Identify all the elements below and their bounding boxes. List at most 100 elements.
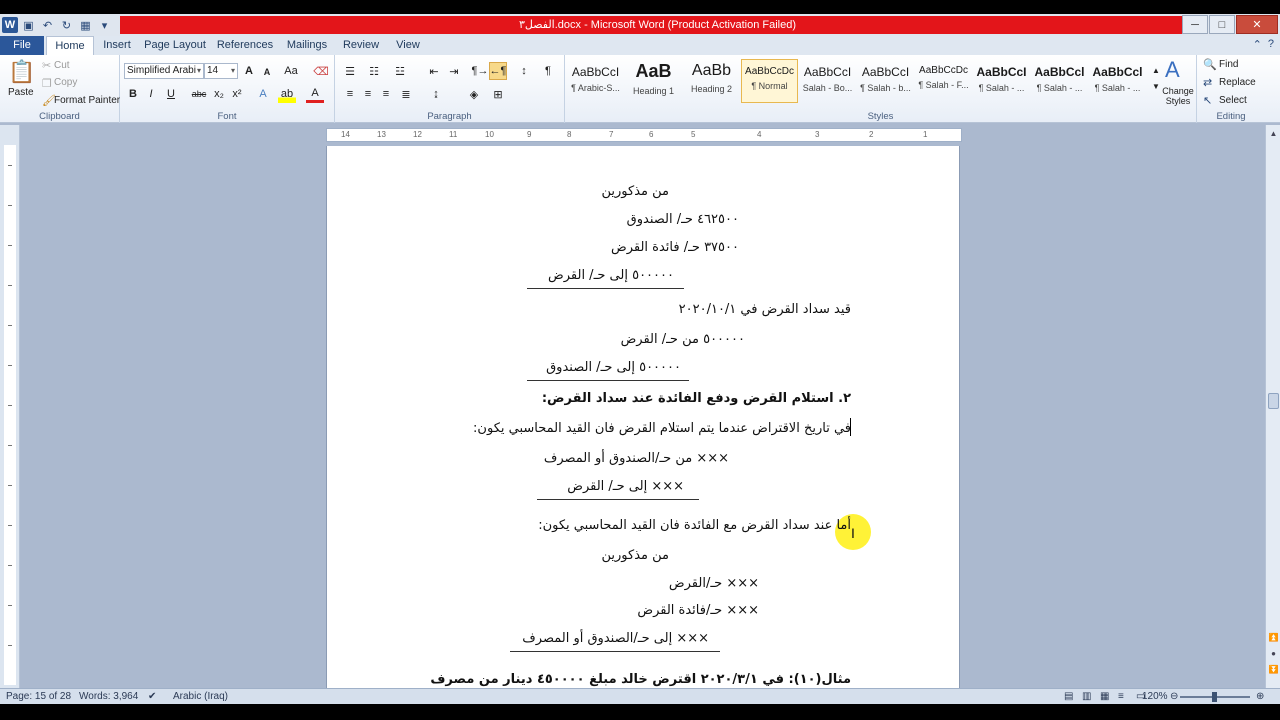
paste-button[interactable]: Paste: [8, 87, 34, 98]
shrink-font-icon[interactable]: A: [258, 63, 276, 81]
zoom-slider-knob[interactable]: [1212, 692, 1217, 702]
rtl-direction-icon[interactable]: ←¶: [489, 62, 507, 80]
style-salah-b[interactable]: AaBbCcI ¶ Salah - b...: [857, 59, 914, 103]
browse-object-icon[interactable]: ●: [1267, 647, 1280, 661]
cut-button[interactable]: Cut: [54, 60, 70, 71]
help-icon[interactable]: ?: [1268, 38, 1274, 51]
select-button[interactable]: Select: [1219, 95, 1247, 106]
line-spacing-icon[interactable]: ↨: [427, 85, 445, 103]
find-icon[interactable]: 🔍: [1203, 58, 1217, 71]
change-case-icon[interactable]: Aa: [282, 62, 300, 80]
decrease-indent-icon[interactable]: ⇤: [425, 62, 443, 80]
tab-view[interactable]: View: [390, 36, 426, 55]
select-icon[interactable]: ↖: [1203, 94, 1212, 107]
style-salah-3[interactable]: AaBbCcl ¶ Salah - ...: [1089, 59, 1146, 103]
style-salah-1[interactable]: AaBbCcI ¶ Salah - ...: [973, 59, 1030, 103]
text-effects-icon[interactable]: A: [254, 85, 272, 103]
minimize-button[interactable]: ─: [1182, 15, 1208, 34]
ruler-tick: [8, 605, 12, 606]
prev-page-icon[interactable]: ⏫: [1267, 631, 1280, 645]
scroll-thumb[interactable]: [1268, 393, 1279, 409]
paste-icon[interactable]: 📋: [8, 59, 35, 85]
page-count[interactable]: Page: 15 of 28: [6, 691, 71, 702]
underline-icon[interactable]: U: [162, 85, 180, 103]
copy-button[interactable]: Copy: [54, 77, 77, 88]
word-logo-icon[interactable]: W: [2, 17, 18, 33]
justify-icon[interactable]: ≣: [397, 85, 415, 103]
proofing-icon[interactable]: ✔: [148, 691, 156, 702]
scroll-up-icon[interactable]: ▲: [1267, 127, 1280, 141]
maximize-button[interactable]: □: [1209, 15, 1235, 34]
style-heading-1[interactable]: AaB Heading 1: [625, 59, 682, 103]
grow-font-icon[interactable]: A: [240, 62, 258, 80]
change-styles-button[interactable]: Change Styles: [1160, 86, 1196, 106]
full-screen-reading-icon[interactable]: ▥: [1082, 691, 1091, 702]
customize-qat-icon[interactable]: ▾: [96, 17, 113, 34]
ltr-direction-icon[interactable]: ¶→: [471, 62, 489, 80]
outline-icon[interactable]: ≡: [1118, 691, 1124, 702]
next-page-icon[interactable]: ⏬: [1267, 663, 1280, 677]
subscript-icon[interactable]: x₂: [210, 85, 228, 103]
zoom-out-icon[interactable]: ⊖: [1170, 691, 1178, 702]
align-right-icon[interactable]: ≡: [377, 85, 395, 103]
font-size-combo[interactable]: 14 ▾: [204, 63, 238, 79]
cut-icon[interactable]: ✂: [42, 59, 51, 72]
style-name: ¶ Salah - b...: [860, 83, 911, 93]
align-left-icon[interactable]: ≡: [341, 85, 359, 103]
borders-icon[interactable]: ⊞: [489, 85, 507, 103]
tab-review[interactable]: Review: [338, 36, 384, 55]
close-button[interactable]: ✕: [1236, 15, 1278, 34]
superscript-icon[interactable]: x²: [228, 85, 246, 103]
font-color-icon[interactable]: A: [306, 85, 324, 103]
replace-icon[interactable]: ⇄: [1203, 76, 1212, 89]
zoom-in-icon[interactable]: ⊕: [1256, 691, 1264, 702]
text-line: ××× إلى حـ/الصندوق أو المصرف: [522, 631, 709, 646]
italic-icon[interactable]: I: [142, 85, 160, 103]
tab-insert[interactable]: Insert: [96, 36, 138, 55]
multilevel-list-icon[interactable]: ☳: [391, 62, 409, 80]
copy-icon[interactable]: ❐: [42, 77, 52, 90]
web-layout-icon[interactable]: ▦: [1100, 691, 1109, 702]
print-layout-icon[interactable]: ▤: [1064, 691, 1073, 702]
language-indicator[interactable]: Arabic (Iraq): [173, 691, 228, 702]
print-preview-icon[interactable]: ▦: [77, 17, 94, 34]
strikethrough-icon[interactable]: abc: [190, 85, 208, 103]
style-heading-2[interactable]: AaBb Heading 2: [683, 59, 740, 103]
vertical-ruler[interactable]: [0, 125, 20, 688]
style-salah-f[interactable]: AaBbCcDc ¶ Salah - F...: [915, 59, 972, 103]
sort-icon[interactable]: ↕: [515, 62, 533, 80]
save-icon[interactable]: ▣: [20, 17, 37, 34]
style-salah-2[interactable]: AaBbCcl ¶ Salah - ...: [1031, 59, 1088, 103]
vertical-scrollbar[interactable]: ▲ ⏫ ● ⏬: [1265, 125, 1280, 688]
minimize-ribbon-icon[interactable]: ⌃: [1253, 38, 1262, 51]
show-marks-icon[interactable]: ¶: [539, 62, 557, 80]
format-painter-button[interactable]: Format Painter: [54, 95, 120, 106]
zoom-level[interactable]: 120%: [1142, 691, 1168, 702]
style-arabic-s[interactable]: AaBbCcI ¶ Arabic-S...: [567, 59, 624, 103]
clear-formatting-icon[interactable]: ⌫: [312, 62, 330, 80]
style-salah-bo[interactable]: AaBbCcI Salah - Bo...: [799, 59, 856, 103]
font-name-combo[interactable]: Simplified Arabi ▾: [124, 63, 204, 79]
document-area[interactable]: من مذكورين ٤٦٢٥٠٠ حـ/ الصندوق ٣٧٥٠٠ حـ/ …: [20, 142, 1265, 688]
align-center-icon[interactable]: ≡: [359, 85, 377, 103]
tab-home[interactable]: Home: [46, 36, 94, 55]
bullets-icon[interactable]: ☰: [341, 62, 359, 80]
numbering-icon[interactable]: ☷: [365, 62, 383, 80]
word-count[interactable]: Words: 3,964: [79, 691, 138, 702]
horizontal-ruler[interactable]: 14 13 12 11 10 9 8 7 6 5 4 3 2 1: [326, 128, 962, 142]
undo-icon[interactable]: ↶: [39, 17, 56, 34]
highlight-icon[interactable]: ab: [278, 85, 296, 103]
tab-file[interactable]: File: [0, 36, 44, 55]
redo-icon[interactable]: ↻: [58, 17, 75, 34]
style-normal[interactable]: AaBbCcDc ¶ Normal: [741, 59, 798, 103]
tab-references[interactable]: References: [214, 36, 276, 55]
tab-page-layout[interactable]: Page Layout: [142, 36, 208, 55]
change-styles-icon[interactable]: A: [1165, 57, 1180, 83]
replace-button[interactable]: Replace: [1219, 77, 1256, 88]
increase-indent-icon[interactable]: ⇥: [445, 62, 463, 80]
tab-mailings[interactable]: Mailings: [282, 36, 332, 55]
document-page[interactable]: من مذكورين ٤٦٢٥٠٠ حـ/ الصندوق ٣٧٥٠٠ حـ/ …: [326, 146, 960, 688]
find-button[interactable]: Find: [1219, 59, 1238, 70]
bold-icon[interactable]: B: [124, 85, 142, 103]
shading-icon[interactable]: ◈: [465, 85, 483, 103]
